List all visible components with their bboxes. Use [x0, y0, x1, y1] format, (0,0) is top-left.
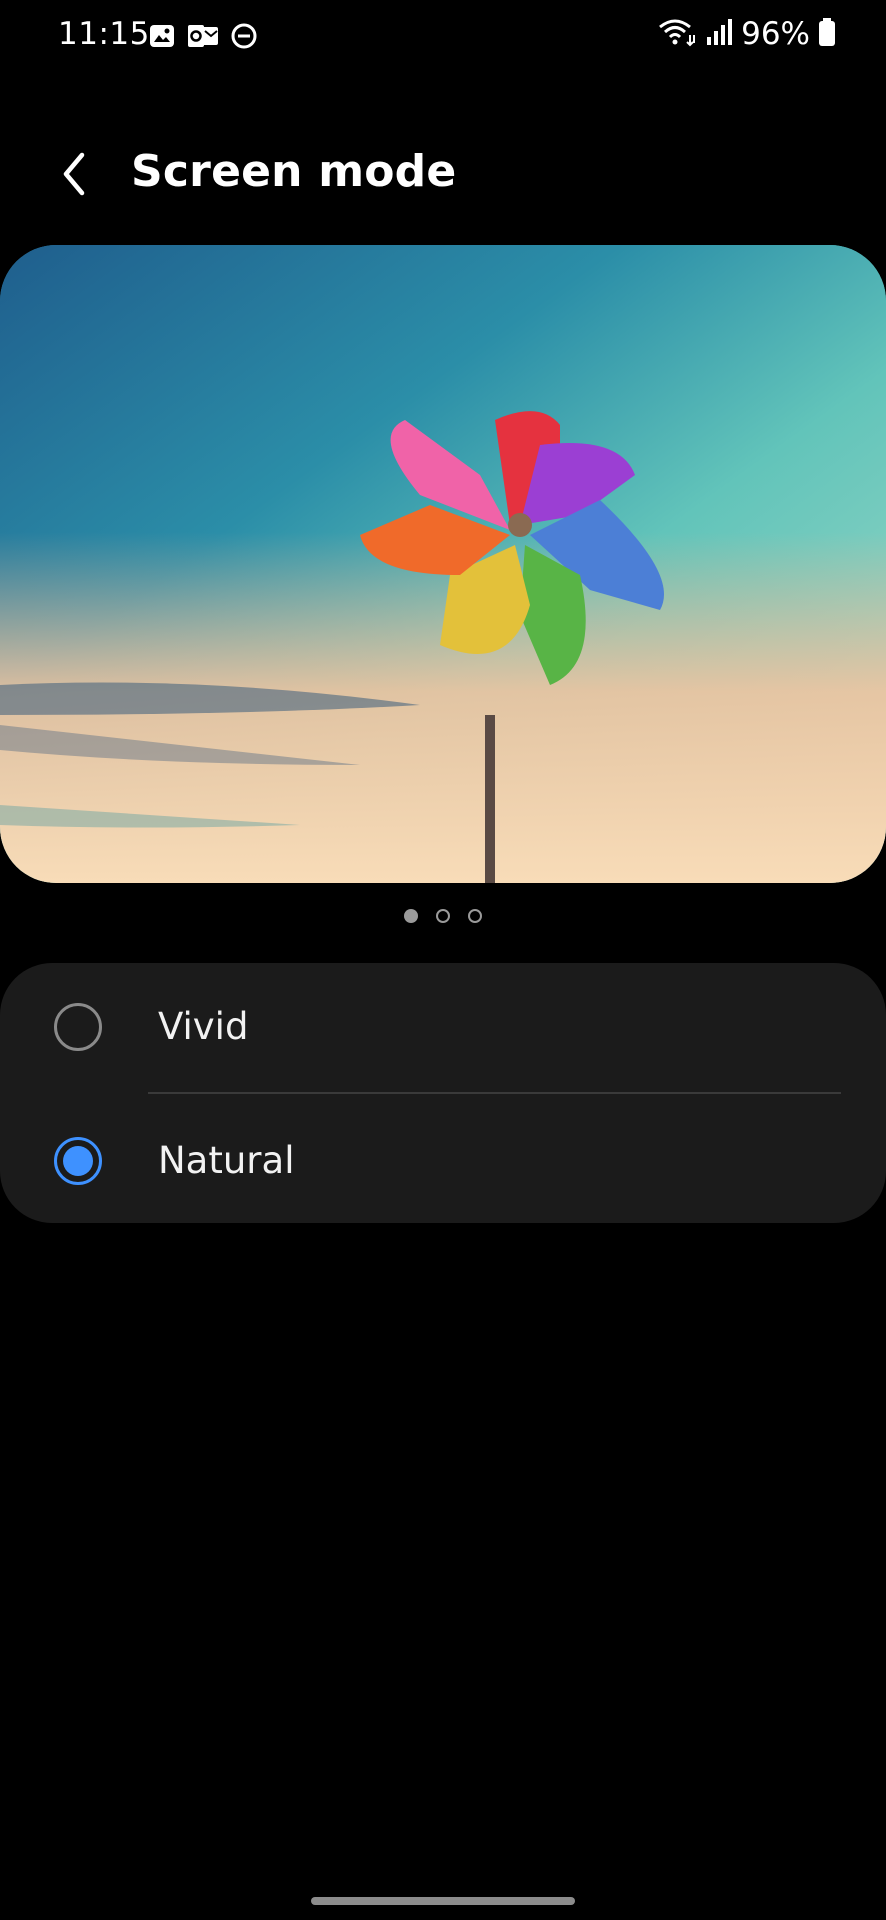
- status-time: 11:15: [58, 16, 150, 52]
- vivid-radio[interactable]: [54, 1003, 102, 1051]
- page-dot-1[interactable]: [404, 909, 418, 923]
- option-vivid[interactable]: Vivid: [0, 963, 886, 1093]
- status-notification-icons: [148, 22, 258, 50]
- signal-icon: [705, 17, 733, 51]
- option-natural[interactable]: Natural: [0, 1093, 886, 1223]
- option-label: Vivid: [158, 1005, 249, 1048]
- screen-mode-options: Vivid Natural: [0, 963, 886, 1223]
- header: Screen mode: [0, 140, 886, 210]
- outlook-icon: [186, 22, 220, 50]
- page-dot-2[interactable]: [436, 909, 450, 923]
- chevron-left-icon: [63, 152, 85, 196]
- radio-selected-dot: [63, 1146, 93, 1176]
- do-not-disturb-icon: [230, 22, 258, 50]
- status-bar: 11:15 96%: [0, 0, 886, 80]
- wifi-icon: [657, 17, 697, 51]
- page-dot-3[interactable]: [468, 909, 482, 923]
- gallery-icon: [148, 22, 176, 50]
- option-label: Natural: [158, 1139, 295, 1182]
- preview-image[interactable]: [0, 245, 886, 883]
- screen: 11:15 96% Screen mode Vivid Natural: [0, 0, 886, 1920]
- battery-icon: [818, 17, 836, 51]
- gesture-bar[interactable]: [311, 1897, 575, 1905]
- battery-percent: 96%: [741, 16, 810, 52]
- natural-radio[interactable]: [54, 1137, 102, 1185]
- page-indicator: [0, 909, 886, 923]
- page-title: Screen mode: [131, 146, 457, 197]
- back-button[interactable]: [44, 144, 104, 204]
- status-system-icons: 96%: [657, 16, 836, 52]
